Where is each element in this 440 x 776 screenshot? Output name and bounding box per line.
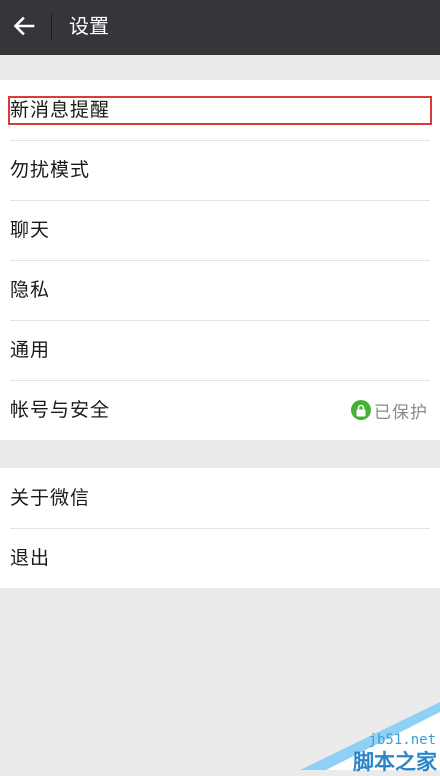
settings-row-new-message-alerts[interactable]: 新消息提醒 [0,80,440,140]
watermark-site-name: 脚本之家 [353,750,437,774]
settings-row-privacy[interactable]: 隐私 [0,260,440,320]
settings-row-about-wechat[interactable]: 关于微信 [0,468,440,528]
watermark: jb51.net 脚本之家 [300,702,440,774]
lock-icon [351,400,371,420]
settings-group-main: 新消息提醒 勿扰模式 聊天 隐私 通用 帐号与安全 已保护 [0,80,440,440]
row-label: 帐号与安全 [10,399,111,421]
settings-row-do-not-disturb[interactable]: 勿扰模式 [0,140,440,200]
page-title: 设置 [69,14,109,38]
account-status: 已保护 [351,380,428,440]
arrow-left-icon [13,16,35,36]
row-label: 勿扰模式 [10,159,91,181]
settings-row-chat[interactable]: 聊天 [0,200,440,260]
row-label: 聊天 [10,219,51,241]
settings-row-general[interactable]: 通用 [0,320,440,380]
settings-row-exit[interactable]: 退出 [0,528,440,588]
row-label: 退出 [10,547,51,569]
settings-group-secondary: 关于微信 退出 [0,468,440,588]
row-label: 新消息提醒 [10,99,111,121]
back-button[interactable] [6,8,42,44]
header-divider [51,13,52,41]
status-text: 已保护 [374,402,428,423]
row-label: 隐私 [10,279,51,301]
row-label: 关于微信 [10,487,91,509]
settings-row-account-security[interactable]: 帐号与安全 已保护 [0,380,440,440]
top-bar: 设置 [0,0,440,55]
row-label: 通用 [10,339,51,361]
